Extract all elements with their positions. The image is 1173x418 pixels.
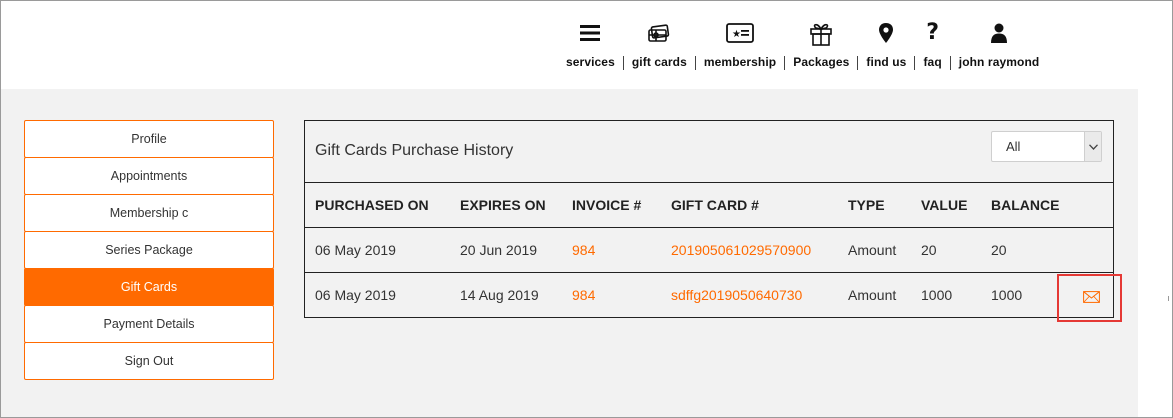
sidebar-item-gift-cards[interactable]: Gift Cards <box>24 268 274 306</box>
filter-value: All <box>1006 139 1021 154</box>
nav-services[interactable]: services <box>558 19 623 69</box>
table-row: 06 May 2019 20 Jun 2019 984 201905061029… <box>305 227 1113 272</box>
nav-label: gift cards <box>631 55 687 69</box>
nav-label: services <box>566 55 615 69</box>
nav-label: Packages <box>793 55 850 69</box>
col-actions <box>1059 183 1113 228</box>
cell-value: 1000 <box>911 271 981 317</box>
membership-card-icon: ★ <box>726 19 754 47</box>
cell-purchased-on: 06 May 2019 <box>315 241 396 258</box>
nav-label: find us <box>866 55 907 69</box>
nav-faq[interactable]: ? faq <box>915 19 949 70</box>
panel-title: Gift Cards Purchase History <box>315 142 514 159</box>
col-gift-card: GIFT CARD # <box>661 183 838 228</box>
nav-gift-cards[interactable]: gift cards <box>624 19 695 69</box>
sidebar-item-sign-out[interactable]: Sign Out <box>24 342 274 380</box>
menu-icon <box>580 19 601 47</box>
nav-account[interactable]: john raymond <box>951 19 1048 69</box>
col-invoice: INVOICE # <box>562 183 661 228</box>
cell-actions <box>1059 227 1113 272</box>
col-expires-on: EXPIRES ON <box>450 183 562 228</box>
top-nav: services gift cards ★ membership Package… <box>558 19 1047 75</box>
cell-type: Amount <box>838 271 911 317</box>
col-balance: BALANCE <box>981 183 1060 228</box>
map-pin-icon <box>879 19 894 47</box>
scroll-marker <box>1168 296 1169 301</box>
table-header-row: PURCHASED ON EXPIRES ON INVOICE # GIFT C… <box>305 183 1113 228</box>
account-sidebar: Profile Appointments Membership c Series… <box>24 120 274 380</box>
purchase-history-table: PURCHASED ON EXPIRES ON INVOICE # GIFT C… <box>305 183 1113 317</box>
col-purchased-on: PURCHASED ON <box>305 183 450 228</box>
invoice-link[interactable]: 984 <box>562 271 661 317</box>
sidebar-item-profile[interactable]: Profile <box>24 120 274 158</box>
page-margin <box>1138 89 1172 417</box>
sidebar-item-membership[interactable]: Membership c <box>24 194 274 232</box>
panel-header: Gift Cards Purchase History All <box>305 121 1113 183</box>
nav-membership[interactable]: ★ membership <box>696 19 784 69</box>
table-row: 06 May 2019 14 Aug 2019 984 sdffg2019050… <box>305 271 1113 317</box>
user-icon <box>991 19 1008 47</box>
nav-find-us[interactable]: find us <box>858 19 914 69</box>
cell-type: Amount <box>848 241 897 258</box>
cell-balance: 20 <box>991 241 1007 258</box>
nav-packages[interactable]: Packages <box>785 19 857 69</box>
nav-label: membership <box>703 55 777 69</box>
cell-expires-on: 14 Aug 2019 <box>450 271 562 317</box>
site-header: services gift cards ★ membership Package… <box>1 1 1172 89</box>
filter-select[interactable]: All <box>991 131 1102 162</box>
cell-value: 20 <box>921 241 937 258</box>
cell-balance: 1000 <box>981 271 1060 317</box>
sidebar-item-payment-details[interactable]: Payment Details <box>24 305 274 343</box>
svg-text:★: ★ <box>732 29 741 40</box>
gift-card-link[interactable]: sdffg2019050640730 <box>661 271 838 317</box>
email-icon[interactable] <box>1083 290 1100 308</box>
cell-purchased-on: 06 May 2019 <box>305 271 450 317</box>
sidebar-item-appointments[interactable]: Appointments <box>24 157 274 195</box>
col-value: VALUE <box>911 183 981 228</box>
nav-label: faq <box>923 55 942 69</box>
gift-box-icon <box>809 19 833 47</box>
gift-card-link[interactable]: 201905061029570900 <box>661 227 838 272</box>
gift-card-icon <box>647 19 671 47</box>
invoice-link[interactable]: 984 <box>562 227 661 272</box>
chevron-down-icon[interactable] <box>1084 132 1101 161</box>
cell-expires-on: 20 Jun 2019 <box>460 241 538 258</box>
gift-card-history-panel: Gift Cards Purchase History All PURCHASE… <box>304 120 1114 318</box>
sidebar-item-series-package[interactable]: Series Package <box>24 231 274 269</box>
question-icon: ? <box>926 20 939 45</box>
nav-label: john raymond <box>958 55 1040 69</box>
col-type: TYPE <box>838 183 911 228</box>
